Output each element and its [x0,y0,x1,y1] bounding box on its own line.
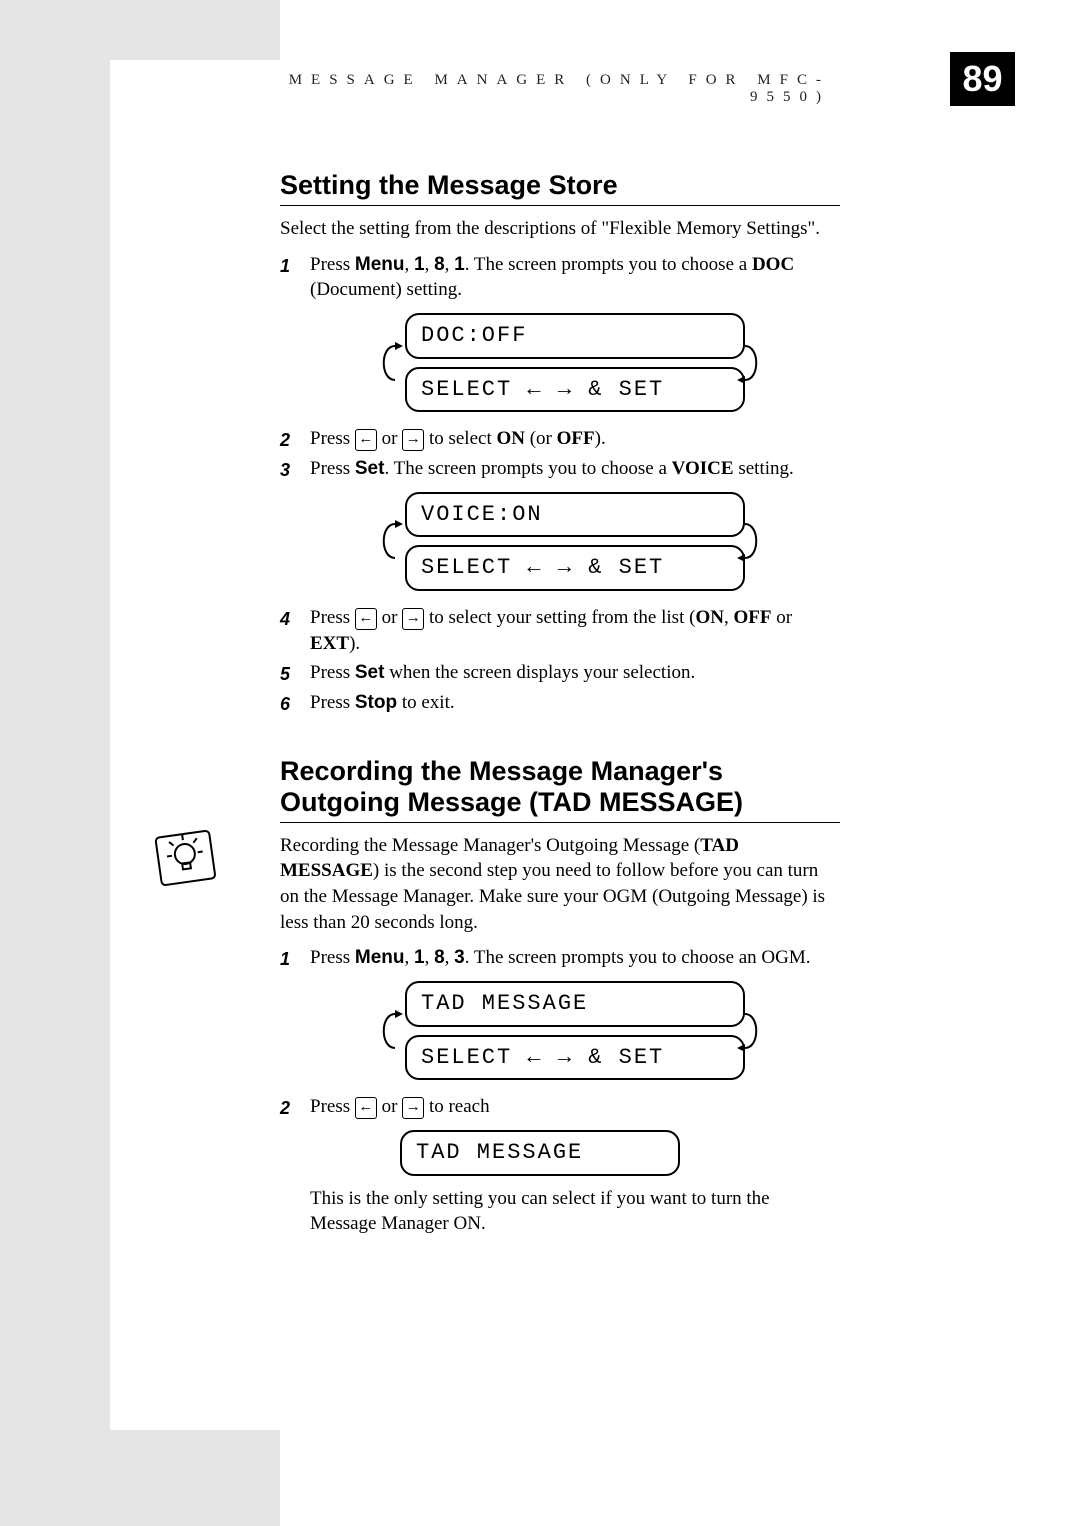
steps-list-2: 1 Press Menu, 1, 8, 3. The screen prompt… [280,945,840,1175]
content-column: Setting the Message Store Select the set… [280,170,840,1237]
step-number-icon: 2 [280,428,300,448]
lcd-line: SELECT ← → & SET [405,1035,745,1081]
step-5: 5 Press Set when the screen displays you… [280,660,840,686]
lcd-display-tad-single: TAD MESSAGE [400,1130,680,1176]
section-heading-tad: Recording the Message Manager's Outgoing… [280,756,840,818]
step-1: 1 Press Menu, 1, 8, 3. The screen prompt… [280,945,840,1080]
lcd-line: VOICE:ON [405,492,745,538]
lcd-line: SELECT ← → & SET [405,367,745,413]
step-number-icon: 3 [280,458,300,478]
arrow-right-key-icon: → [402,429,424,451]
step-1: 1 Press Menu, 1, 8, 1. The screen prompt… [280,252,840,413]
arrow-left-key-icon: ← [355,1097,377,1119]
manual-page: MESSAGE MANAGER (ONLY FOR MFC-9550) 89 S… [0,0,1080,1526]
lcd-line: SELECT ← → & SET [405,545,745,591]
lcd-line: DOC:OFF [405,313,745,359]
section-heading-message-store: Setting the Message Store [280,170,840,201]
lcd-line: TAD MESSAGE [405,981,745,1027]
lcd-display-tad: TAD MESSAGE SELECT ← → & SET [405,981,745,1080]
arrow-right-key-icon: → [402,1097,424,1119]
section-tad-message: Recording the Message Manager's Outgoing… [280,756,840,1237]
lcd-display-voice: VOICE:ON SELECT ← → & SET [405,492,745,591]
page-number: 89 [950,52,1015,106]
step-number-icon: 4 [280,607,300,627]
lcd-line: TAD MESSAGE [400,1130,680,1176]
running-header: MESSAGE MANAGER (ONLY FOR MFC-9550) [280,72,830,106]
step-6: 6 Press Stop to exit. [280,690,840,716]
arrow-right-key-icon: → [402,608,424,630]
section-intro: Recording the Message Manager's Outgoing… [280,833,840,936]
step-2: 2 Press ← or → to select ON (or OFF). [280,426,840,452]
step-3: 3 Press Set. The screen prompts you to c… [280,456,840,591]
step-2: 2 Press ← or → to reach TAD MESSAGE [280,1094,840,1175]
follow-up-text: This is the only setting you can select … [280,1186,840,1237]
step-number-icon: 1 [280,947,300,967]
step-number-icon: 6 [280,692,300,712]
step-number-icon: 5 [280,662,300,682]
heading-rule [280,205,840,206]
heading-rule [280,822,840,823]
tip-lightbulb-icon [150,820,220,890]
steps-list-1: 1 Press Menu, 1, 8, 1. The screen prompt… [280,252,840,716]
arrow-left-key-icon: ← [355,608,377,630]
section-intro: Select the setting from the descriptions… [280,216,840,242]
lcd-display-doc: DOC:OFF SELECT ← → & SET [405,313,745,412]
arrow-left-key-icon: ← [355,429,377,451]
step-number-icon: 1 [280,254,300,274]
step-4: 4 Press ← or → to select your setting fr… [280,605,840,656]
step-number-icon: 2 [280,1096,300,1116]
